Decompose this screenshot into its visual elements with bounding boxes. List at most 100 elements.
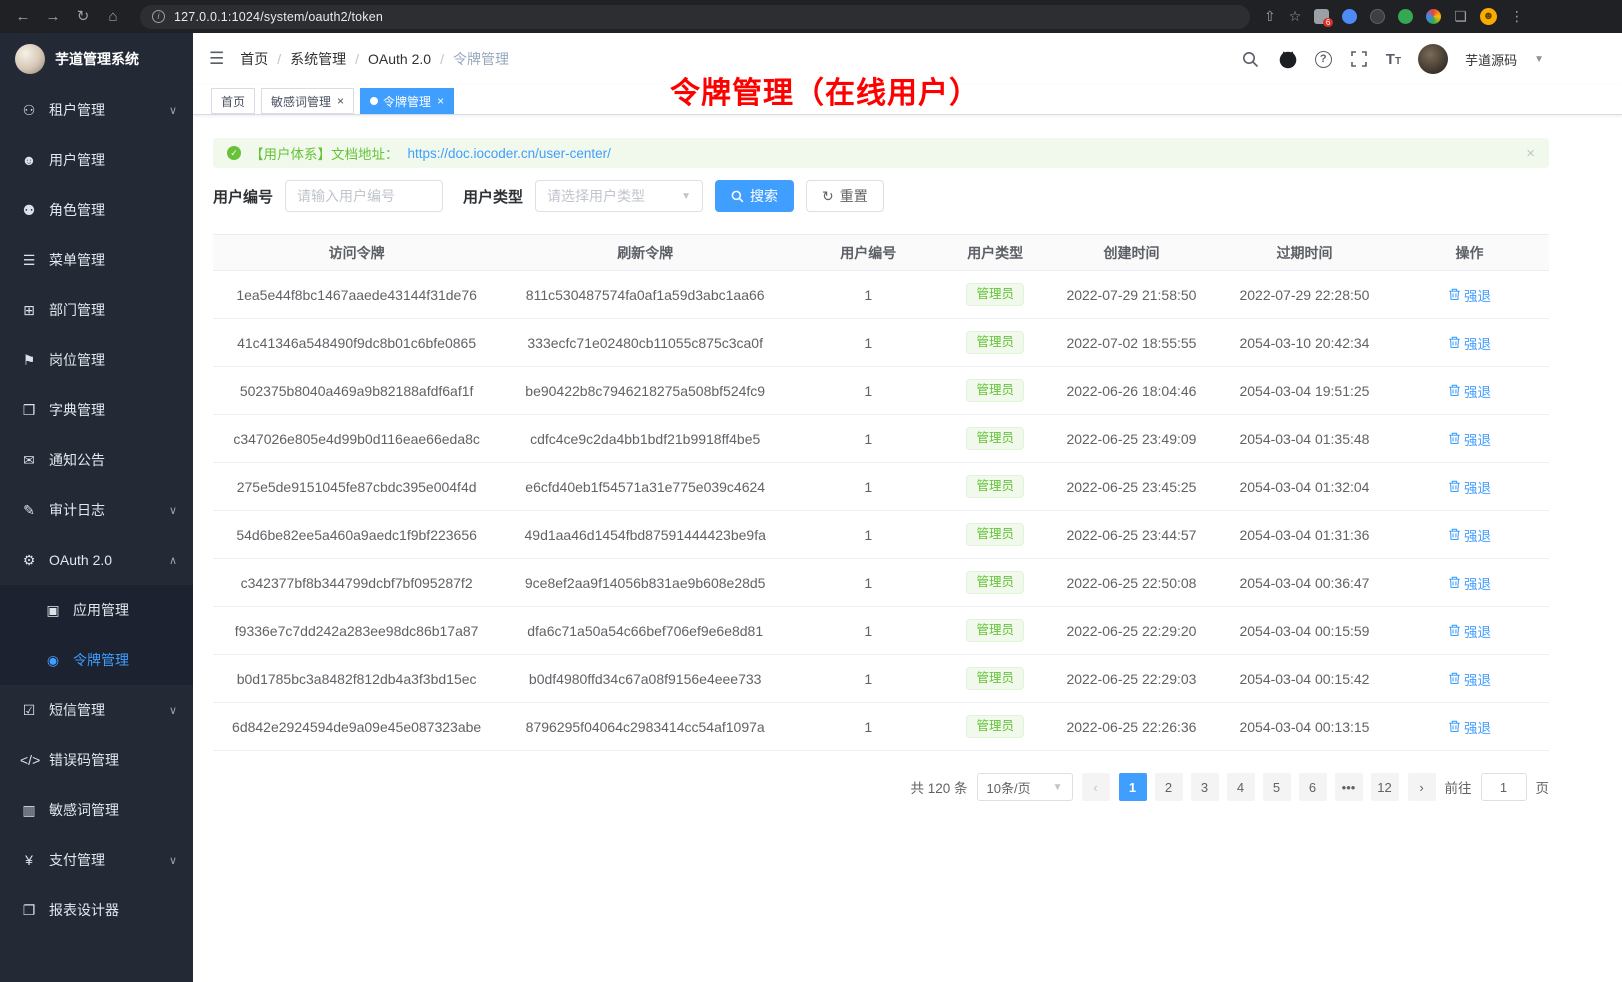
expire-time-cell: 2054-03-04 00:36:47 bbox=[1219, 559, 1390, 607]
home-icon[interactable]: ⌂ bbox=[100, 0, 126, 33]
extension-blue-icon[interactable] bbox=[1342, 9, 1357, 24]
page-button[interactable]: 12 bbox=[1371, 773, 1399, 801]
github-icon[interactable] bbox=[1278, 49, 1298, 69]
errcode-icon: </> bbox=[20, 752, 38, 768]
force-logout-button[interactable]: 强退 bbox=[1448, 333, 1491, 353]
sidebar-item[interactable]: ⚇ 租户管理 ∨ bbox=[0, 85, 193, 135]
trash-icon bbox=[1448, 624, 1461, 637]
extensions-puzzle-icon[interactable] bbox=[1426, 9, 1441, 24]
create-time-cell: 2022-06-26 18:04:46 bbox=[1044, 367, 1219, 415]
user-type-select[interactable]: 请选择用户类型 ▼ bbox=[535, 180, 703, 212]
sidebar-item[interactable]: ⊞ 部门管理 bbox=[0, 285, 193, 335]
force-logout-button[interactable]: 强退 bbox=[1448, 621, 1491, 641]
expire-time-cell: 2054-03-04 19:51:25 bbox=[1219, 367, 1390, 415]
alert-close-icon[interactable]: × bbox=[1526, 145, 1535, 162]
app-logo[interactable]: 芋道管理系统 bbox=[0, 33, 193, 85]
prev-page-button[interactable]: ‹ bbox=[1082, 773, 1110, 801]
sidebar-item[interactable]: ❐ 报表设计器 bbox=[0, 885, 193, 935]
user-type-cell: 管理员 bbox=[946, 703, 1044, 751]
user-caret-down-icon[interactable]: ▼ bbox=[1534, 54, 1544, 65]
user-id-input[interactable] bbox=[285, 180, 443, 212]
force-logout-button[interactable]: 强退 bbox=[1448, 429, 1491, 449]
extension-grid-icon[interactable]: 6 bbox=[1314, 9, 1329, 24]
sidebar-item[interactable]: ⚙ OAuth 2.0 ∧ bbox=[0, 535, 193, 585]
force-logout-button[interactable]: 强退 bbox=[1448, 285, 1491, 305]
sidebar-item[interactable]: ¥ 支付管理 ∨ bbox=[0, 835, 193, 885]
breadcrumb-home[interactable]: 首页 bbox=[240, 49, 268, 69]
fullscreen-icon[interactable] bbox=[1349, 49, 1369, 69]
side-panel-icon[interactable]: ❏ bbox=[1454, 8, 1467, 25]
reload-icon[interactable]: ↻ bbox=[70, 0, 96, 33]
breadcrumb: 首页 / 系统管理 / OAuth 2.0 / 令牌管理 bbox=[240, 49, 509, 69]
back-icon[interactable]: ← bbox=[10, 0, 36, 33]
page-button[interactable]: 5 bbox=[1263, 773, 1291, 801]
forward-icon[interactable]: → bbox=[40, 0, 66, 33]
sidebar-item[interactable]: ☑ 短信管理 ∨ bbox=[0, 685, 193, 735]
sidebar-item[interactable]: ◉ 令牌管理 bbox=[0, 635, 193, 685]
user-name[interactable]: 芋道源码 bbox=[1465, 50, 1517, 69]
table-row: 1ea5e44f8bc1467aaede43144f31de76 811c530… bbox=[213, 271, 1549, 319]
sidebar-item[interactable]: ⚑ 岗位管理 bbox=[0, 335, 193, 385]
view-tab[interactable]: 敏感词管理 × bbox=[261, 88, 354, 114]
sidebar-item[interactable]: ✎ 审计日志 ∨ bbox=[0, 485, 193, 535]
tab-label: 敏感词管理 bbox=[271, 93, 331, 110]
view-tab[interactable]: 首页 bbox=[211, 88, 255, 114]
tab-close-icon[interactable]: × bbox=[337, 94, 344, 108]
browser-profile-avatar[interactable]: ☻ bbox=[1480, 8, 1497, 25]
page-button[interactable]: 3 bbox=[1191, 773, 1219, 801]
site-info-icon[interactable]: i bbox=[152, 10, 165, 23]
user-avatar[interactable] bbox=[1418, 44, 1448, 74]
sidebar-item[interactable]: ❒ 字典管理 bbox=[0, 385, 193, 435]
next-page-button[interactable]: › bbox=[1408, 773, 1436, 801]
collapse-sidebar-icon[interactable]: ☰ bbox=[209, 49, 224, 69]
sidebar-item[interactable]: ✉ 通知公告 bbox=[0, 435, 193, 485]
reset-button[interactable]: ↻ 重置 bbox=[806, 180, 884, 212]
sidebar-item[interactable]: </> 错误码管理 bbox=[0, 735, 193, 785]
sidebar-item[interactable]: ▥ 敏感词管理 bbox=[0, 785, 193, 835]
page-button[interactable]: ••• bbox=[1335, 773, 1363, 801]
refresh-token-cell: b0df4980ffd34c67a08f9156e4eee733 bbox=[500, 655, 790, 703]
extension-dark-icon[interactable] bbox=[1370, 9, 1385, 24]
browser-menu-icon[interactable]: ⋮ bbox=[1510, 8, 1524, 25]
page-button[interactable]: 2 bbox=[1155, 773, 1183, 801]
sidebar-item[interactable]: ☻ 用户管理 bbox=[0, 135, 193, 185]
sidebar-item[interactable]: ⚉ 角色管理 bbox=[0, 185, 193, 235]
notice-icon: ✉ bbox=[20, 452, 38, 469]
col-user-type: 用户类型 bbox=[946, 235, 1044, 271]
extension-green-icon[interactable] bbox=[1398, 9, 1413, 24]
view-tab[interactable]: 令牌管理 × bbox=[360, 88, 454, 114]
share-icon[interactable]: ⇧ bbox=[1264, 8, 1276, 25]
force-logout-button[interactable]: 强退 bbox=[1448, 573, 1491, 593]
tab-close-icon[interactable]: × bbox=[437, 94, 444, 108]
page-button[interactable]: 1 bbox=[1119, 773, 1147, 801]
breadcrumb-system[interactable]: 系统管理 bbox=[290, 49, 346, 69]
user-type-cell: 管理员 bbox=[946, 367, 1044, 415]
access-token-cell: f9336e7c7dd242a283ee98dc86b17a87 bbox=[213, 607, 500, 655]
page-button[interactable]: 6 bbox=[1299, 773, 1327, 801]
trash-icon bbox=[1448, 432, 1461, 445]
access-token-cell: c347026e805e4d99b0d116eae66eda8c bbox=[213, 415, 500, 463]
sidebar-item-label: 菜单管理 bbox=[49, 250, 177, 270]
force-logout-button[interactable]: 强退 bbox=[1448, 525, 1491, 545]
sidebar-item-label: 令牌管理 bbox=[73, 650, 177, 670]
bookmark-star-icon[interactable]: ☆ bbox=[1289, 8, 1302, 25]
font-size-icon[interactable]: TT bbox=[1386, 51, 1401, 68]
force-logout-button[interactable]: 强退 bbox=[1448, 669, 1491, 689]
sidebar-item-label: 部门管理 bbox=[49, 300, 177, 320]
sidebar-item[interactable]: ☰ 菜单管理 bbox=[0, 235, 193, 285]
page-button[interactable]: 4 bbox=[1227, 773, 1255, 801]
force-logout-button[interactable]: 强退 bbox=[1448, 477, 1491, 497]
goto-page-input[interactable] bbox=[1481, 773, 1527, 801]
force-logout-button[interactable]: 强退 bbox=[1448, 717, 1491, 737]
force-logout-button[interactable]: 强退 bbox=[1448, 381, 1491, 401]
user-type-label: 用户类型 bbox=[463, 186, 523, 207]
search-icon[interactable] bbox=[1241, 49, 1261, 69]
breadcrumb-oauth[interactable]: OAuth 2.0 bbox=[368, 51, 431, 67]
sidebar: 芋道管理系统 ⚇ 租户管理 ∨ ☻ 用户管理 ⚉ 角色管理 ☰ 菜单管理 ⊞ bbox=[0, 33, 193, 982]
help-icon[interactable]: ? bbox=[1315, 51, 1332, 68]
sidebar-item[interactable]: ▣ 应用管理 bbox=[0, 585, 193, 635]
search-button[interactable]: 搜索 bbox=[715, 180, 794, 212]
address-bar[interactable]: i 127.0.0.1:1024/system/oauth2/token bbox=[140, 5, 1250, 29]
doc-link[interactable]: https://doc.iocoder.cn/user-center/ bbox=[408, 146, 611, 161]
page-size-select[interactable]: 10条/页 ▼ bbox=[977, 773, 1073, 801]
